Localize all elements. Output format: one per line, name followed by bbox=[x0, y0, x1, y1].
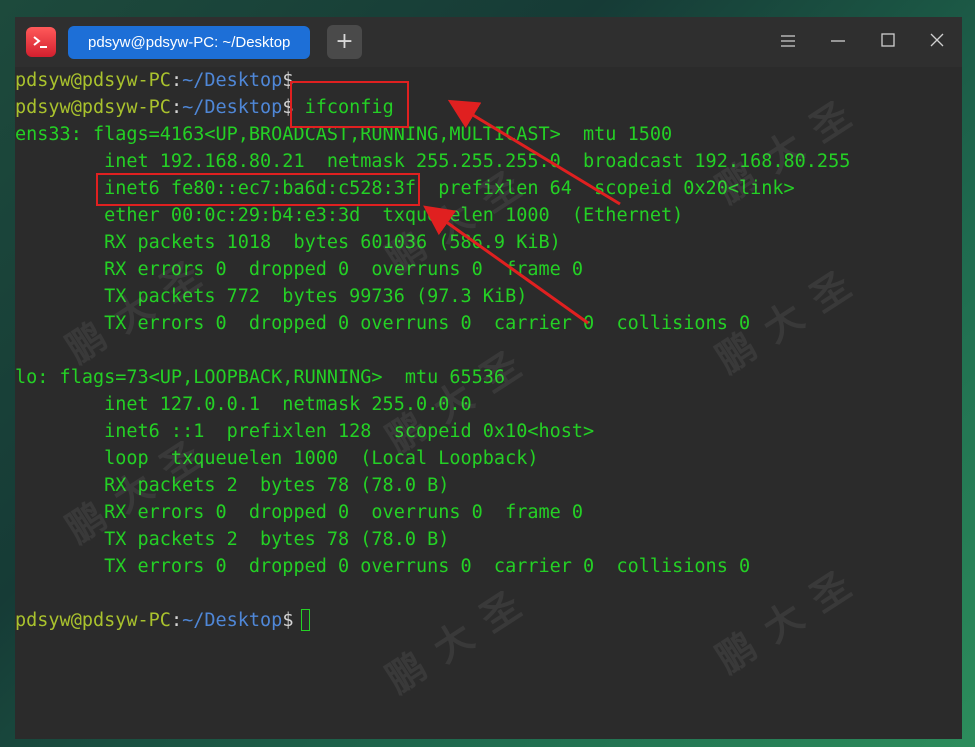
output-line: ens33: flags=4163<UP,BROADCAST,RUNNING,M… bbox=[15, 124, 673, 145]
watermark: 鹏大圣 bbox=[378, 573, 544, 702]
minimize-icon[interactable] bbox=[820, 25, 856, 59]
maximize-icon[interactable] bbox=[870, 25, 906, 59]
prompt-separator: : bbox=[170, 610, 183, 631]
prompt-symbol: $ bbox=[282, 97, 294, 118]
terminal-app-icon[interactable] bbox=[26, 27, 56, 57]
output-line: RX errors 0 dropped 0 overruns 0 frame 0 bbox=[15, 259, 584, 280]
prompt-line: pdsyw@pdsyw-PC:~/Desktop$ bbox=[15, 67, 293, 94]
new-tab-button[interactable]: + bbox=[327, 25, 362, 59]
prompt-user: pdsyw@pdsyw-PC bbox=[15, 70, 171, 91]
output-line: loop txqueuelen 1000 (Local Loopback) bbox=[15, 448, 539, 469]
command-text: ifconfig bbox=[293, 97, 394, 118]
title-bar: pdsyw@pdsyw-PC: ~/Desktop + bbox=[15, 17, 962, 67]
close-icon[interactable] bbox=[919, 25, 955, 59]
prompt-path: ~/Desktop bbox=[182, 70, 283, 91]
text-cursor bbox=[301, 609, 310, 631]
output-line: TX errors 0 dropped 0 overruns 0 carrier… bbox=[15, 556, 751, 577]
prompt-separator: : bbox=[170, 70, 183, 91]
output-line: inet6 fe80::ec7:ba6d:c528:3f prefixlen 6… bbox=[15, 178, 795, 199]
prompt-symbol: $ bbox=[282, 610, 294, 631]
prompt-user: pdsyw@pdsyw-PC bbox=[15, 610, 171, 631]
prompt-path: ~/Desktop bbox=[182, 610, 283, 631]
prompt-separator: : bbox=[170, 97, 183, 118]
prompt-path: ~/Desktop bbox=[182, 97, 283, 118]
prompt-user: pdsyw@pdsyw-PC bbox=[15, 97, 171, 118]
prompt-line: pdsyw@pdsyw-PC:~/Desktop$ bbox=[15, 607, 305, 634]
terminal-window: pdsyw@pdsyw-PC: ~/Desktop + pdsyw@pdsyw-… bbox=[15, 17, 962, 739]
output-line: ether 00:0c:29:b4:e3:3d txqueuelen 1000 … bbox=[15, 205, 684, 226]
prompt-line: pdsyw@pdsyw-PC:~/Desktop$ ifconfig bbox=[15, 94, 394, 121]
prompt-symbol: $ bbox=[282, 70, 294, 91]
output-line: inet6 ::1 prefixlen 128 scopeid 0x10<hos… bbox=[15, 421, 595, 442]
terminal-output-area[interactable]: pdsyw@pdsyw-PC:~/Desktop$ pdsyw@pdsyw-PC… bbox=[15, 67, 962, 739]
tab-terminal[interactable]: pdsyw@pdsyw-PC: ~/Desktop bbox=[68, 26, 310, 59]
hamburger-menu-icon[interactable] bbox=[770, 25, 806, 59]
